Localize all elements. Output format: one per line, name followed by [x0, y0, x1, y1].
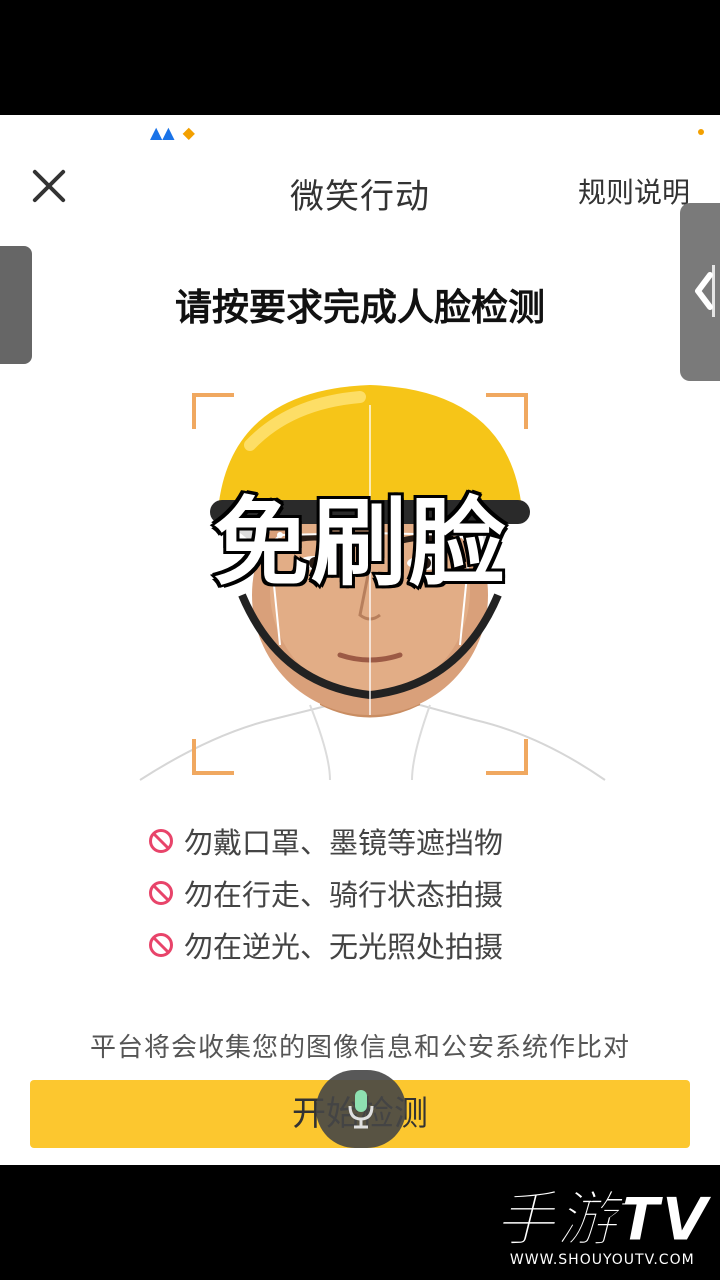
status-dot-icon	[698, 129, 704, 135]
rules-link[interactable]: 规则说明	[578, 171, 690, 211]
scan-corner-top-left	[192, 393, 234, 429]
watermark-main: 手游TV	[494, 1185, 710, 1255]
app-screen: ▲▲ ◆ 微笑行动 规则说明 请按要求完成人脸检测 勿戴口罩、墨镜等遮挡物 勿在…	[0, 115, 720, 1165]
status-bar-icons: ▲▲ ◆	[150, 123, 195, 142]
watermark-url: WWW.SHOUYOUTV.COM	[509, 1252, 695, 1268]
watermark-logo: 手游TV WWW.SHOUYOUTV.COM	[494, 1185, 710, 1269]
scan-corner-bottom-left	[192, 739, 234, 775]
notification-icon: ▲▲	[150, 123, 175, 142]
scan-corner-bottom-right	[486, 739, 528, 775]
tip-item: 勿戴口罩、墨镜等遮挡物	[148, 815, 503, 867]
tip-text: 勿戴口罩、墨镜等遮挡物	[184, 826, 504, 860]
microphone-icon	[348, 1090, 374, 1129]
no-entry-icon	[149, 933, 173, 957]
tip-text: 勿在行走、骑行状态拍摄	[184, 878, 504, 912]
tip-text: 勿在逆光、无光照处拍摄	[184, 930, 504, 964]
tips-list: 勿戴口罩、墨镜等遮挡物 勿在行走、骑行状态拍摄 勿在逆光、无光照处拍摄	[148, 815, 503, 971]
privacy-disclaimer: 平台将会收集您的图像信息和公安系统作比对	[89, 1033, 630, 1063]
scan-corner-top-right	[486, 393, 528, 429]
voice-input-button[interactable]	[316, 1070, 406, 1148]
tip-item: 勿在行走、骑行状态拍摄	[148, 867, 503, 919]
face-check-heading: 请按要求完成人脸检测	[175, 286, 545, 329]
no-entry-icon	[149, 881, 173, 905]
app-notification-icon: ◆	[182, 123, 195, 142]
overlay-caption: 免刷脸	[211, 485, 508, 602]
tip-item: 勿在逆光、无光照处拍摄	[148, 919, 503, 971]
close-icon[interactable]	[24, 163, 74, 209]
no-entry-icon	[149, 829, 173, 853]
